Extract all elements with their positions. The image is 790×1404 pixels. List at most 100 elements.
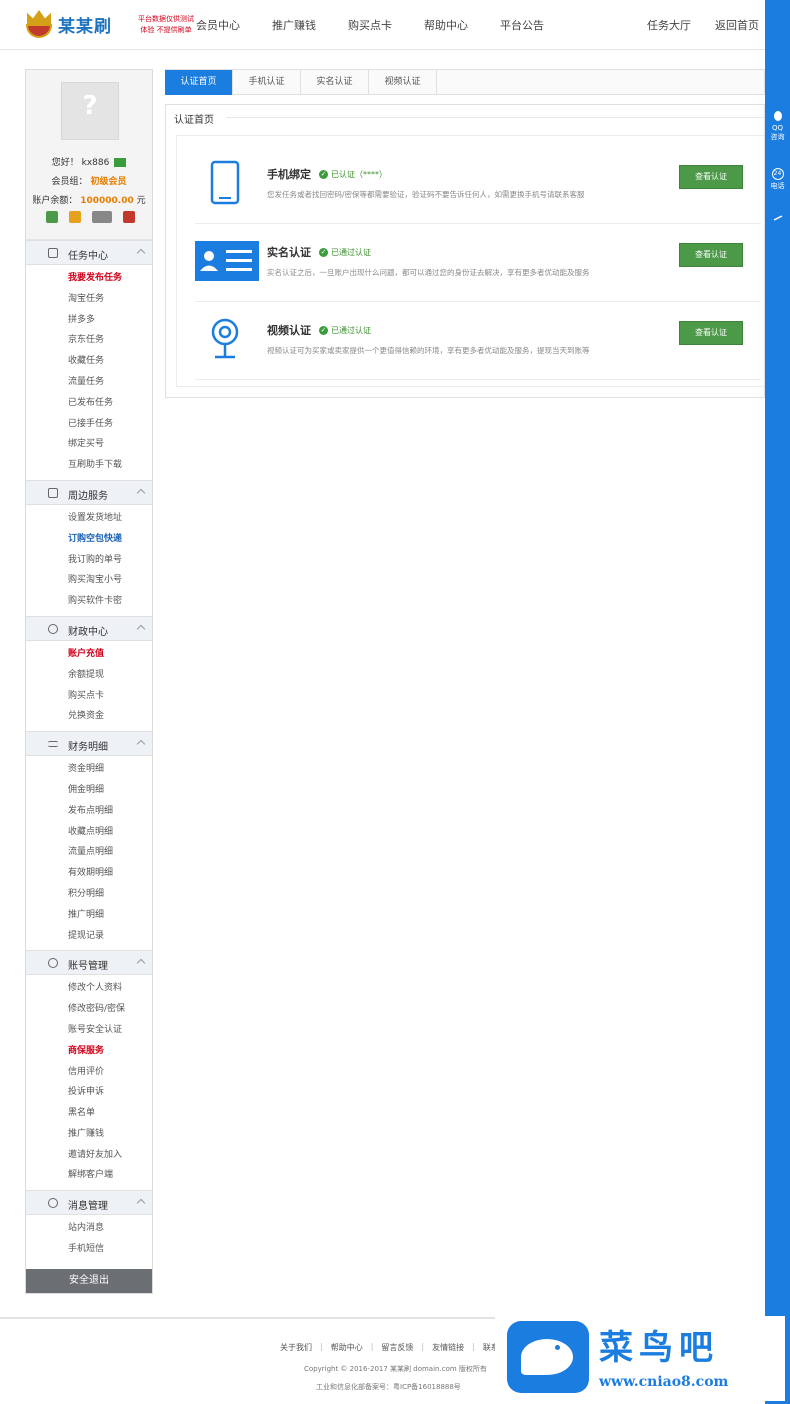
view-phone-verify-button[interactable]: 查看认证 [679, 165, 743, 189]
row-title: 实名认证 [267, 246, 311, 259]
bird-logo-icon [507, 1321, 589, 1393]
menu-my-tracking[interactable]: 我订购的单号 [26, 550, 152, 571]
nav-announcements[interactable]: 平台公告 [500, 17, 544, 33]
video-verify-row: 视频认证 ✓ 已通过认证 视频认证可为买家或卖家提供一个更值得信赖的环境，享有更… [195, 302, 761, 380]
tab-verify-home[interactable]: 认证首页 [165, 70, 233, 95]
menu-security-verify[interactable]: 账号安全认证 [26, 1020, 152, 1041]
view-video-verify-button[interactable]: 查看认证 [679, 321, 743, 345]
menu-validity-detail[interactable]: 有效期明细 [26, 863, 152, 884]
tab-realname-verify[interactable]: 实名认证 [301, 70, 369, 95]
section-task-center[interactable]: 任务中心 [26, 240, 152, 265]
swap-icon [48, 741, 58, 748]
menu-favorite-task[interactable]: 收藏任务 [26, 351, 152, 372]
menu-change-password[interactable]: 修改密码/密保 [26, 999, 152, 1020]
menu-order-express[interactable]: 订购空包快递 [26, 529, 152, 550]
phone-24-icon: 24 [771, 168, 784, 180]
collapse-icon[interactable] [765, 212, 790, 226]
member-level-line: 会员组： 初级会员 [51, 177, 127, 187]
menu-invite-friends[interactable]: 邀请好友加入 [26, 1145, 152, 1166]
menu-buy-points[interactable]: 购买点卡 [26, 686, 152, 707]
nav-buy-points[interactable]: 购买点卡 [348, 17, 392, 33]
phone-button[interactable]: 24 电话 [765, 168, 790, 191]
footer-about[interactable]: 关于我们 [280, 1342, 312, 1353]
menu-traffic-points-detail[interactable]: 流量点明细 [26, 842, 152, 863]
nav-member-center[interactable]: 会员中心 [196, 17, 240, 33]
section-account[interactable]: 账号管理 [26, 950, 152, 976]
chevron-up-icon [136, 739, 146, 749]
status-badge: ✓ 已通过认证 [319, 247, 371, 257]
section-finance[interactable]: 财政中心 [26, 615, 152, 641]
menu-pdd-task[interactable]: 拼多多 [26, 310, 152, 331]
menu-sms[interactable]: 手机短信 [26, 1239, 152, 1260]
video-badge-icon[interactable] [92, 211, 112, 223]
menu-fund-detail[interactable]: 资金明细 [26, 759, 152, 780]
menu-complaints[interactable]: 投诉申诉 [26, 1082, 152, 1103]
footer-feedback[interactable]: 留言反馈 [381, 1342, 413, 1353]
realname-verify-row: 实名认证 ✓ 已通过认证 实名认证之后，一旦账户出现什么问题，都可以通过您的身份… [195, 224, 761, 302]
menu-traffic-task[interactable]: 流量任务 [26, 372, 152, 393]
nav-help[interactable]: 帮助中心 [424, 17, 468, 33]
menu-bind-buyer[interactable]: 绑定买号 [26, 434, 152, 455]
logo-slogan: 平台数据仅供测试 体验 不提供刷单 [138, 15, 194, 34]
menu-promote-earn[interactable]: 推广赚钱 [26, 1124, 152, 1145]
menu-edit-profile[interactable]: 修改个人资料 [26, 978, 152, 999]
chevron-up-icon [136, 248, 146, 258]
tab-phone-verify[interactable]: 手机认证 [233, 70, 301, 95]
menu-jd-task[interactable]: 京东任务 [26, 330, 152, 351]
menu-publish-points-detail[interactable]: 发布点明细 [26, 801, 152, 822]
section-transactions[interactable]: 财务明细 [26, 731, 152, 757]
chat-icon [48, 1198, 58, 1209]
site-logo[interactable]: 某某刷 [24, 8, 112, 40]
phone-icon [210, 160, 240, 205]
menu-recharge[interactable]: 账户充值 [26, 644, 152, 665]
menu-taobao-task[interactable]: 淘宝任务 [26, 289, 152, 310]
menu-download-helper[interactable]: 互刷助手下载 [26, 455, 152, 476]
menu-buy-taobao-account[interactable]: 购买淘宝小号 [26, 570, 152, 591]
nav-promote[interactable]: 推广赚钱 [272, 17, 316, 33]
footer-links: 关于我们| 帮助中心| 留言反馈| 友情链接| 联系我们 [280, 1342, 523, 1353]
message-icon[interactable] [114, 158, 127, 167]
menu-accepted-tasks[interactable]: 已接手任务 [26, 414, 152, 435]
balance-value: 100000.00 [80, 196, 134, 206]
logout-button[interactable]: 安全退出 [26, 1269, 152, 1293]
section-services[interactable]: 周边服务 [26, 479, 152, 505]
icp-number: 工业和信息化部备案号：粤ICP备16018888号 [316, 1383, 461, 1391]
footer-friend-links[interactable]: 友情链接 [432, 1342, 464, 1353]
menu-withdraw-records[interactable]: 提现记录 [26, 926, 152, 947]
transactions-menu: 资金明细 佣金明细 发布点明细 收藏点明细 流量点明细 有效期明细 积分明细 推… [26, 756, 152, 950]
menu-publish-task[interactable]: 我要发布任务 [26, 268, 152, 289]
menu-published-tasks[interactable]: 已发布任务 [26, 393, 152, 414]
menu-promotion-detail[interactable]: 推广明细 [26, 905, 152, 926]
qq-consult-button[interactable]: QQ 咨询 [765, 110, 790, 142]
check-circle-icon: ✓ [319, 247, 328, 257]
menu-score-detail[interactable]: 积分明细 [26, 884, 152, 905]
menu-favorite-points-detail[interactable]: 收藏点明细 [26, 822, 152, 843]
realname-badge-icon[interactable] [69, 211, 81, 223]
menu-merchant-insurance[interactable]: 商保服务 [26, 1041, 152, 1062]
footer-help[interactable]: 帮助中心 [331, 1342, 363, 1353]
merchant-badge-icon[interactable] [123, 211, 135, 223]
watermark-title: 菜鸟吧 [599, 1328, 719, 1368]
menu-buy-software-key[interactable]: 购买软件卡密 [26, 591, 152, 612]
menu-exchange[interactable]: 兑换资金 [26, 706, 152, 727]
menu-shipping-address[interactable]: 设置发货地址 [26, 508, 152, 529]
nav-home[interactable]: 返回首页 [715, 17, 759, 33]
avatar[interactable]: ? [61, 82, 119, 140]
nav-task-hall[interactable]: 任务大厅 [647, 17, 691, 33]
section-messages[interactable]: 消息管理 [26, 1190, 152, 1216]
tab-video-verify[interactable]: 视频认证 [369, 70, 437, 95]
username: kx886 [81, 158, 110, 168]
row-description: 您发任务或者找回密码/密保等都需要验证，验证码不要告诉任何人，如需更换手机号请联… [267, 190, 585, 199]
menu-withdraw[interactable]: 余额提现 [26, 665, 152, 686]
main-nav: 会员中心 推广赚钱 购买点卡 帮助中心 平台公告 [196, 17, 576, 33]
menu-site-messages[interactable]: 站内消息 [26, 1218, 152, 1239]
view-realname-verify-button[interactable]: 查看认证 [679, 243, 743, 267]
menu-blacklist[interactable]: 黑名单 [26, 1103, 152, 1124]
id-card-icon [195, 241, 259, 281]
menu-unbind-client[interactable]: 解绑客户端 [26, 1165, 152, 1186]
menu-commission-detail[interactable]: 佣金明细 [26, 780, 152, 801]
menu-credit-rating[interactable]: 信用评价 [26, 1062, 152, 1083]
phone-badge-icon[interactable] [46, 211, 58, 223]
chevron-up-icon [136, 959, 146, 968]
status-badge: ✓ 已认证（****） [319, 169, 387, 179]
